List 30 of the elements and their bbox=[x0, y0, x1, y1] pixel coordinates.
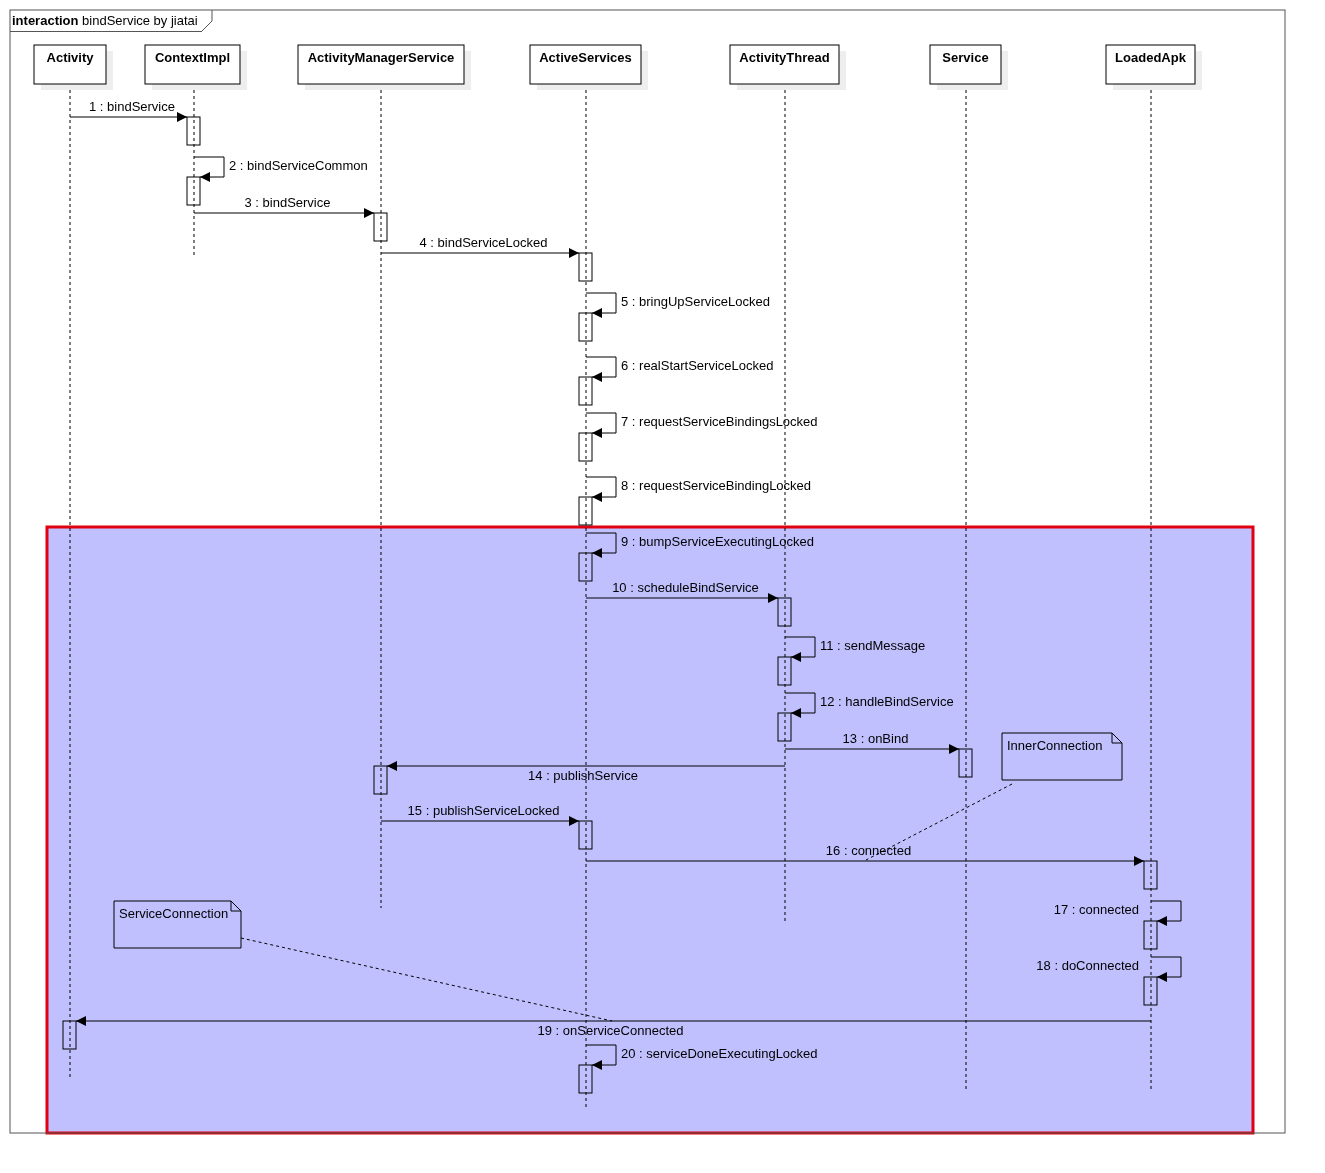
message-label: 15 : publishServiceLocked bbox=[407, 803, 560, 818]
message-label: 18 : doConnected bbox=[1036, 958, 1139, 973]
message-label: 2 : bindServiceCommon bbox=[229, 158, 368, 173]
message-label: 1 : bindService bbox=[89, 99, 175, 114]
message-label: 20 : serviceDoneExecutingLocked bbox=[621, 1046, 818, 1061]
lifeline-header: Service bbox=[929, 44, 1008, 90]
message-label: 14 : publishService bbox=[528, 768, 638, 783]
message-label: 7 : requestServiceBindingsLocked bbox=[621, 414, 818, 429]
message-label: 12 : handleBindService bbox=[820, 694, 954, 709]
message-label: 5 : bringUpServiceLocked bbox=[621, 294, 770, 309]
message-label: 6 : realStartServiceLocked bbox=[621, 358, 774, 373]
lifeline-header: LoadedApk bbox=[1105, 44, 1202, 90]
message-label: 17 : connected bbox=[1053, 902, 1139, 917]
message-label: 11 : sendMessage bbox=[820, 638, 926, 653]
lifeline-header: ActiveServices bbox=[529, 44, 648, 90]
message-label: 16 : connected bbox=[825, 843, 912, 858]
lifeline-header: ActivityThread bbox=[729, 44, 846, 90]
message-label: 10 : scheduleBindService bbox=[612, 580, 759, 595]
lifeline-header: ContextImpl bbox=[144, 44, 247, 90]
note: ServiceConnection bbox=[113, 900, 242, 949]
frame-title: interaction bindService by jiatai bbox=[10, 10, 201, 32]
lifeline-header: ActivityManagerService bbox=[297, 44, 471, 90]
note: InnerConnection bbox=[1001, 732, 1123, 781]
message-label: 4 : bindServiceLocked bbox=[419, 235, 548, 250]
message-label: 9 : bumpServiceExecutingLocked bbox=[621, 534, 814, 549]
message-label: 3 : bindService bbox=[244, 195, 331, 210]
message-label: 8 : requestServiceBindingLocked bbox=[621, 478, 812, 493]
message-label: 19 : onServiceConnected bbox=[537, 1023, 684, 1038]
lifeline-header: Activity bbox=[33, 44, 113, 90]
message-label: 13 : onBind bbox=[842, 731, 909, 746]
